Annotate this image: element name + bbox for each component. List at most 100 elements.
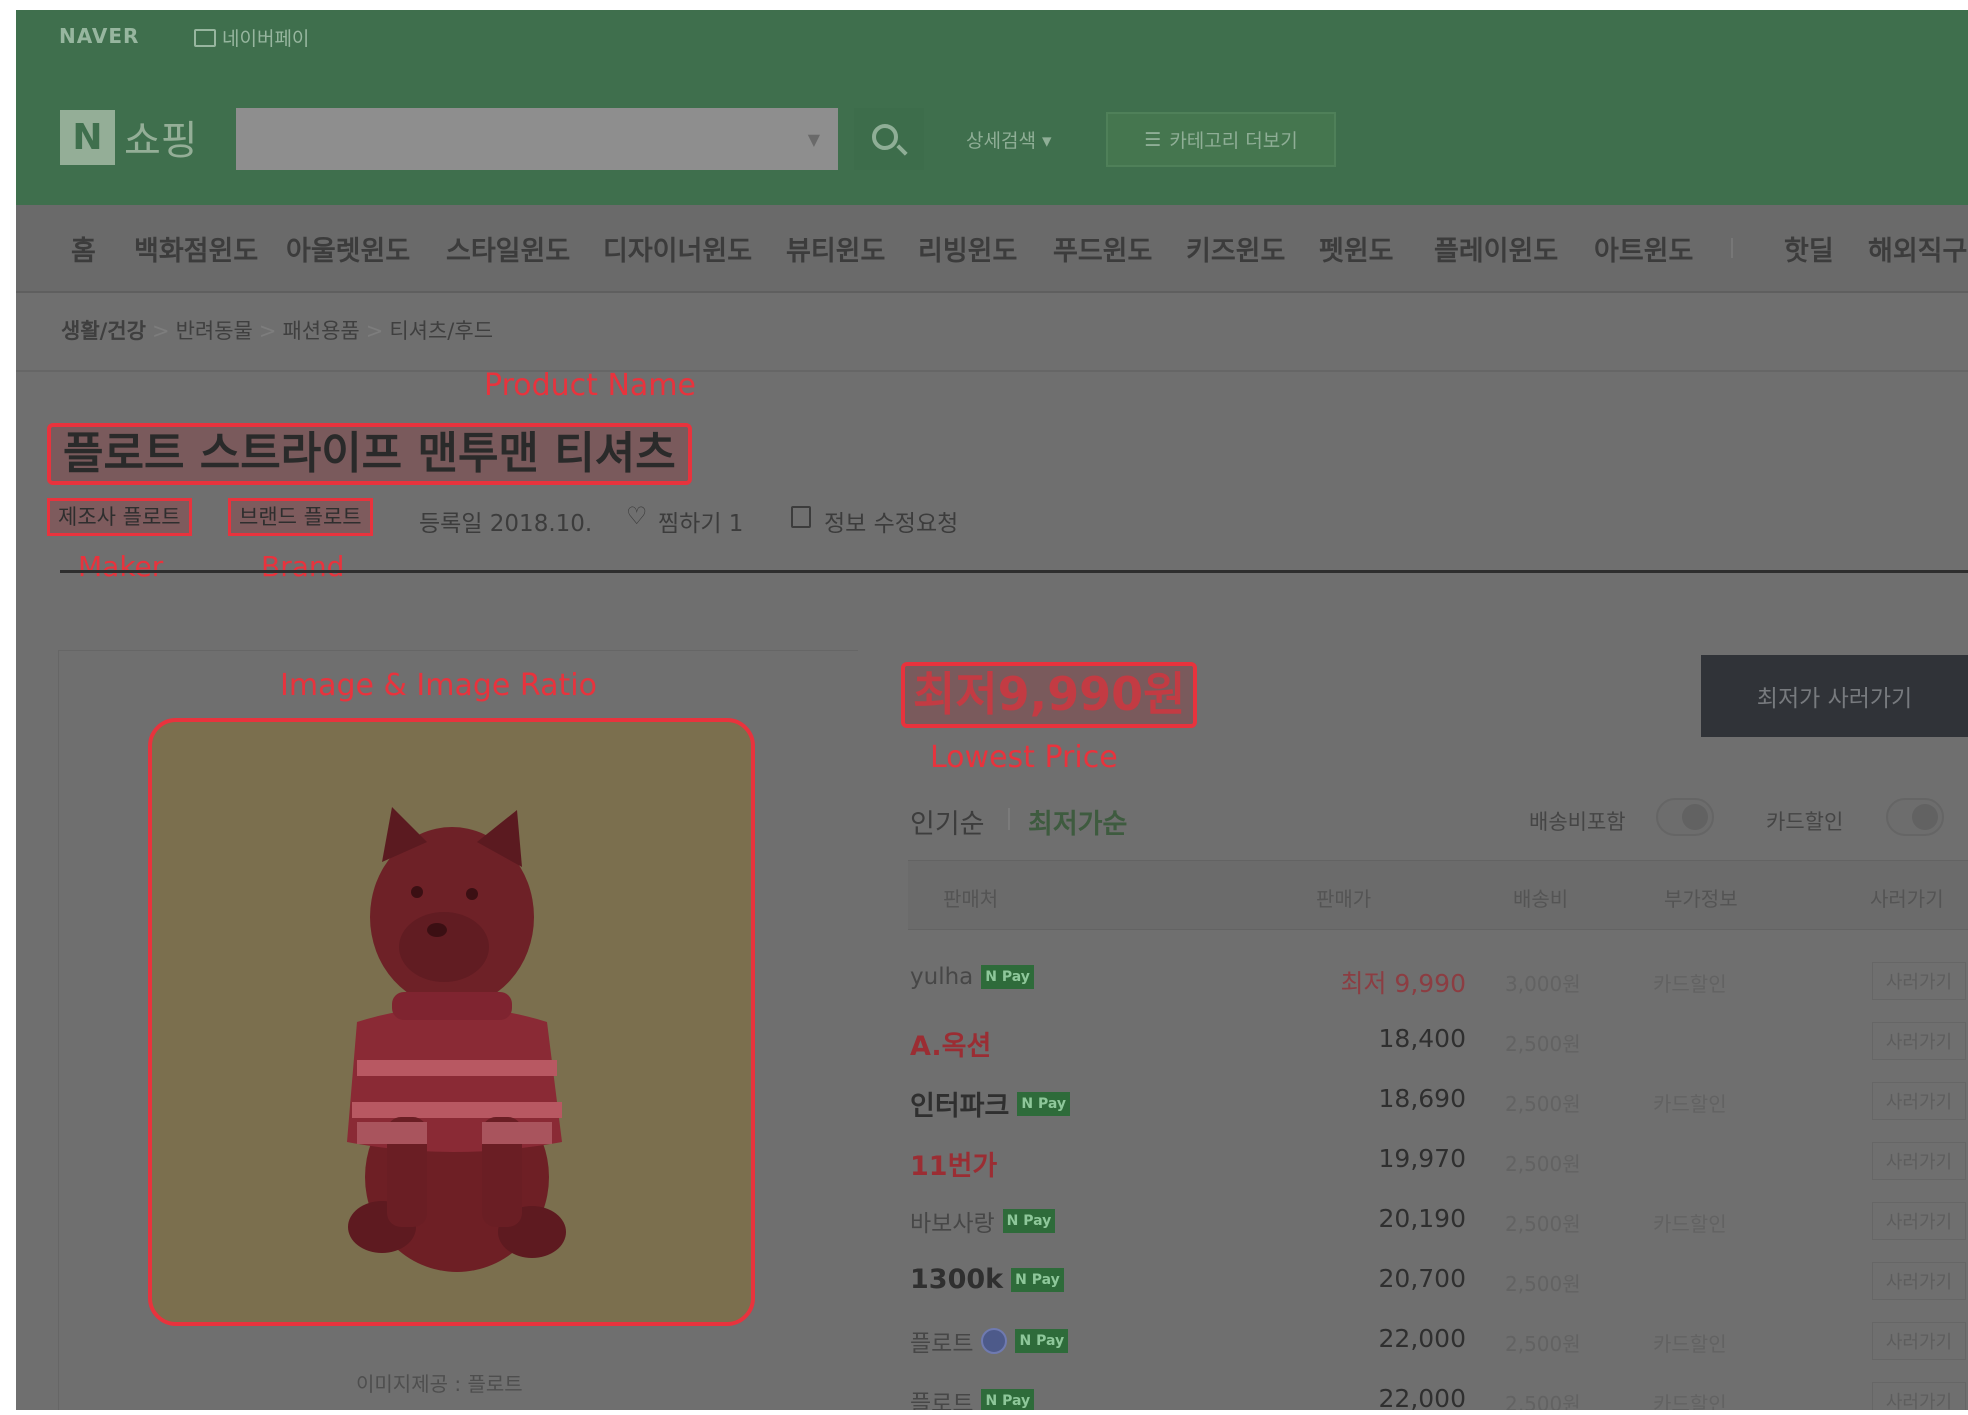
divider [16,370,1968,372]
sort-popular[interactable]: 인기순 [910,802,985,841]
npay-badge: N Pay [981,965,1034,989]
nav-item-play[interactable]: 플레이윈도 [1434,229,1558,268]
nav-item-style[interactable]: 스타일윈도 [446,229,570,268]
nav-item-designer[interactable]: 디자이너윈도 [603,229,752,268]
table-row: A.옥션 18,400 2,500원 사러가기 [908,1010,1968,1070]
seller-name[interactable]: 플로트 N Pay [910,1324,1069,1358]
product-image[interactable] [148,718,755,1326]
column-header-extra: 부가정보 [1664,887,1738,911]
shopping-title[interactable]: 쇼핑 [124,108,198,166]
seller-price: 22,000 [1378,1324,1466,1353]
seller-name[interactable]: 11번가 [910,1144,997,1183]
buy-lowest-button[interactable]: 최저가 사러가기 [1701,655,1968,737]
buy-button[interactable]: 사러가기 [1872,1142,1966,1180]
seller-table-header: 판매처 판매가 배송비 부가정보 사러가기 [908,860,1968,930]
category-more-button[interactable]: ☰ 카테고리 더보기 [1106,112,1336,167]
card-discount-label: 카드할인 [1766,810,1844,834]
extra-info: 카드할인 [1653,1092,1727,1116]
annotation-maker: Maker [78,550,164,583]
nav-item-home[interactable]: 홈 [71,229,96,268]
shipping-fee: 2,500원 [1505,1332,1581,1356]
nav-item-overseas[interactable]: 해외직구 [1868,229,1967,268]
seller-price: 19,970 [1378,1144,1466,1173]
report-link[interactable]: 정보 수정요청 [824,504,958,538]
nav-item-living[interactable]: 리빙윈도 [918,229,1017,268]
table-row: 바보사랑 N Pay 20,190 2,500원 카드할인 사러가기 [908,1190,1968,1250]
brand-chip[interactable]: 브랜드 플로트 [228,498,373,536]
table-row: 11번가 19,970 2,500원 사러가기 [908,1130,1968,1190]
seller-name[interactable]: 인터파크 N Pay [910,1084,1070,1123]
buy-button[interactable]: 사러가기 [1872,1262,1966,1300]
shipping-fee: 2,500원 [1505,1392,1581,1410]
nav-item-kids[interactable]: 키즈윈도 [1186,229,1285,268]
breadcrumb-item[interactable]: 반려동물 [176,319,253,343]
seller-name[interactable]: yulha N Pay [910,964,1034,990]
table-row: 플로트 N Pay 22,000 2,500원 카드할인 사러가기 [908,1370,1968,1410]
npay-badge: N Pay [981,1389,1035,1410]
seller-name[interactable]: A.옥션 [910,1024,991,1063]
nav-item-pet[interactable]: 펫윈도 [1319,229,1394,268]
naver-pay-label: 네이버페이 [222,28,310,50]
breadcrumb: 생활/건강 > 반려동물 > 패션용품 > 티셔츠/후드 [61,319,494,343]
npay-badge: N Pay [1011,1267,1064,1292]
wish-button[interactable]: 찜하기 1 [658,504,743,538]
maker-chip[interactable]: 제조사 플로트 [47,498,192,536]
nav-item-food[interactable]: 푸드윈도 [1053,229,1152,268]
heart-icon[interactable]: ♡ [626,504,650,528]
npay-badge: N Pay [1017,1091,1070,1116]
seller-price: 18,400 [1378,1024,1466,1053]
table-row: yulha N Pay 최저 9,990 3,000원 카드할인 사러가기 [908,950,1968,1010]
nav-item-outlet[interactable]: 아울렛윈도 [286,229,410,268]
breadcrumb-item[interactable]: 생활/건강 [61,319,146,343]
nav-item-beauty[interactable]: 뷰티윈도 [786,229,885,268]
annotation-lowest-price: Lowest Price [930,740,1118,775]
nav-item-art[interactable]: 아트윈도 [1594,229,1693,268]
buy-button[interactable]: 사러가기 [1872,1322,1966,1360]
dog-illustration [347,807,566,1272]
shipping-included-toggle[interactable] [1656,798,1714,836]
dropdown-caret-icon[interactable]: ▼ [808,130,820,149]
category-nav: 홈 백화점윈도 아울렛윈도 스타일윈도 디자이너윈도 뷰티윈도 리빙윈도 푸드윈… [16,205,1968,293]
buy-button[interactable]: 사러가기 [1872,962,1966,1000]
sort-lowest-price[interactable]: 최저가순 [1028,802,1127,841]
seller-price: 20,700 [1378,1264,1466,1293]
seller-price: 18,690 [1378,1084,1466,1113]
menu-icon: ☰ [1144,128,1162,151]
shipping-fee: 3,000원 [1505,972,1581,996]
annotation-product-name: Product Name [484,368,696,403]
top-header: NAVER 네이버페이 N 쇼핑 ▼ 상세검색 ▾ ☰ 카테고리 더보기 [16,10,1968,205]
detail-search-link[interactable]: 상세검색 ▾ [966,126,1052,153]
lowest-price: 최저9,990원 [901,662,1198,728]
card-discount-toggle[interactable] [1886,798,1944,836]
n-logo[interactable]: N [60,110,115,165]
annotation-image: Image & Image Ratio [280,668,597,703]
nav-item-department[interactable]: 백화점윈도 [134,229,258,268]
shipping-fee: 2,500원 [1505,1272,1581,1296]
npay-badge: N Pay [1002,1209,1056,1233]
seller-price: 20,190 [1378,1204,1466,1233]
column-header-price: 판매가 [1316,887,1372,911]
search-input[interactable]: ▼ [236,108,838,170]
seller-price: 최저 9,990 [1340,969,1466,998]
naver-logo[interactable]: NAVER [59,24,139,48]
document-icon [791,506,811,528]
registered-date: 등록일 2018.10. [419,511,593,537]
breadcrumb-item[interactable]: 패션용품 [282,319,359,343]
shipping-fee: 2,500원 [1505,1092,1581,1116]
search-button[interactable] [854,108,924,170]
seller-name[interactable]: 1300k N Pay [910,1264,1064,1295]
buy-button[interactable]: 사러가기 [1872,1202,1966,1240]
seller-name[interactable]: 바보사랑 N Pay [910,1204,1056,1238]
shipping-included-label: 배송비포함 [1529,810,1626,834]
buy-button[interactable]: 사러가기 [1872,1022,1966,1060]
screenshot: NAVER 네이버페이 N 쇼핑 ▼ 상세검색 ▾ ☰ 카테고리 더보기 홈 백… [16,10,1968,1410]
section-divider [60,570,1968,573]
breadcrumb-item[interactable]: 티셔츠/후드 [389,319,493,343]
seller-name[interactable]: 플로트 N Pay [910,1384,1035,1410]
extra-info: 카드할인 [1653,1332,1727,1356]
buy-button[interactable]: 사러가기 [1872,1082,1966,1120]
nav-item-hotdeal[interactable]: 핫딜 [1784,229,1834,268]
naver-pay-link[interactable]: 네이버페이 [194,24,309,51]
buy-button[interactable]: 사러가기 [1872,1382,1966,1410]
column-header-buy: 사러가기 [1870,887,1944,911]
